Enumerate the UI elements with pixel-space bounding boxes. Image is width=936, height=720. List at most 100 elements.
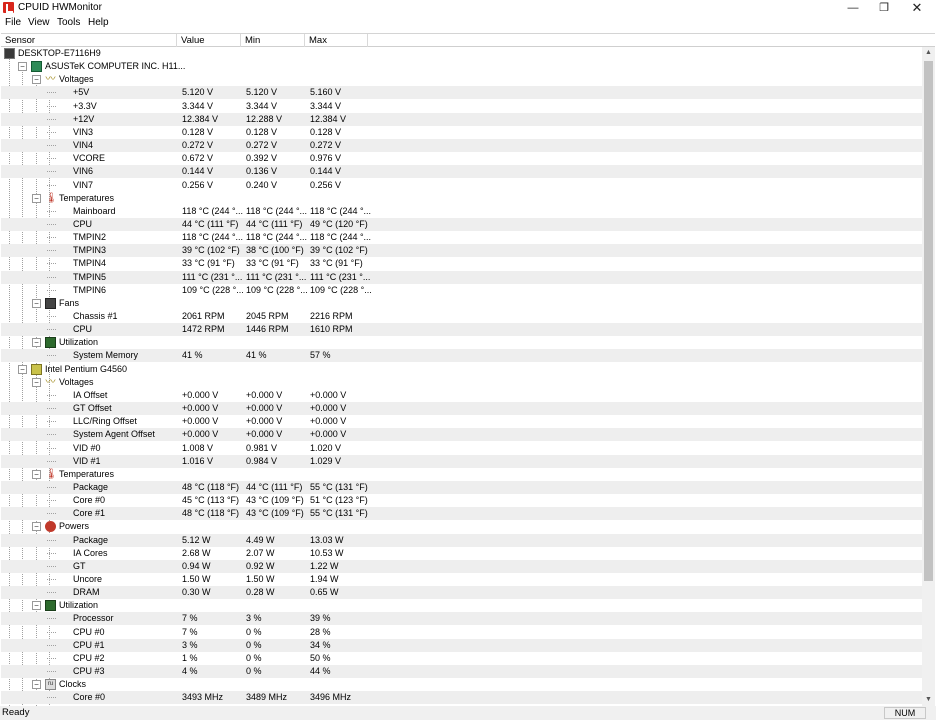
scroll-down-arrow-icon[interactable]: ▼: [922, 694, 935, 706]
tree-node[interactable]: − ASUSTeK COMPUTER INC. H11...: [1, 60, 922, 73]
sensor-label: GT Offset: [73, 403, 112, 413]
column-header-sensor[interactable]: Sensor: [1, 34, 177, 47]
tree-connector: [47, 553, 56, 554]
tree-node[interactable]: − Utilization: [1, 336, 922, 349]
sensor-row[interactable]: Processor 7 % 3 % 39 %: [1, 612, 922, 625]
sensor-row[interactable]: CPU #3 4 % 0 % 44 %: [1, 665, 922, 678]
sensor-row[interactable]: Core #0 45 °C (113 °F) 43 °C (109 °F) 51 °C…: [1, 494, 922, 507]
sensor-row[interactable]: CPU #0 7 % 0 % 28 %: [1, 626, 922, 639]
sensor-row[interactable]: TMPIN4 33 °C (91 °F) 33 °C (91 °F) 33 °C (9…: [1, 257, 922, 270]
sensor-label: Voltages: [59, 74, 94, 84]
sensor-row[interactable]: CPU #2 1 % 0 % 50 %: [1, 652, 922, 665]
sensor-row[interactable]: VCORE 0.672 V 0.392 V 0.976 V: [1, 152, 922, 165]
sensor-tree[interactable]: −DESKTOP-E7116H9−ASUSTeK COMPUTER INC. H…: [1, 47, 922, 706]
sensor-row[interactable]: System Agent Offset +0.000 V +0.000 V +0.00…: [1, 428, 922, 441]
maximize-button[interactable]: ❐: [867, 0, 901, 16]
sensor-row[interactable]: VIN3 0.128 V 0.128 V 0.128 V: [1, 126, 922, 139]
title-bar: CPUID HWMonitor — ❐ ✕: [0, 0, 936, 16]
sensor-max: 0.144 V: [310, 166, 342, 176]
sensor-max: 34 %: [310, 640, 331, 650]
tree-node[interactable]: − 🌡 Temperatures: [1, 192, 922, 205]
sensor-row[interactable]: Core #0 3493 MHz 3489 MHz 3496 MHz: [1, 691, 922, 704]
sensor-row[interactable]: LLC/Ring Offset +0.000 V +0.000 V +0.000 V: [1, 415, 922, 428]
sensor-row[interactable]: TMPIN6 109 °C (228 °... 109 °C (228 °... 10…: [1, 284, 922, 297]
minimize-button[interactable]: —: [836, 0, 870, 16]
collapse-toggle-icon[interactable]: −: [18, 365, 27, 374]
sensor-value: 1.50 W: [182, 574, 211, 584]
vertical-scrollbar[interactable]: ▲ ▼: [922, 47, 935, 706]
sensor-max: 0.976 V: [310, 153, 342, 163]
tree-connector: [47, 645, 56, 646]
tree-node[interactable]: − 〰 Voltages: [1, 376, 922, 389]
sensor-row[interactable]: VID #0 1.008 V 0.981 V 1.020 V: [1, 442, 922, 455]
sensor-value: 39 °C (102 °F): [182, 245, 240, 255]
tree-node[interactable]: − ru Clocks: [1, 678, 922, 691]
sensor-row[interactable]: System Memory 41 % 41 % 57 %: [1, 349, 922, 362]
tree-node[interactable]: − Powers: [1, 520, 922, 533]
sensor-row[interactable]: IA Cores 2.68 W 2.07 W 10.53 W: [1, 547, 922, 560]
tree-node[interactable]: − Utilization: [1, 599, 922, 612]
thermometer-icon: 🌡: [45, 193, 58, 204]
tree-connector: [47, 158, 56, 159]
sensor-row[interactable]: +5V 5.120 V 5.120 V 5.160 V: [1, 86, 922, 99]
sensor-min: +0.000 V: [246, 390, 283, 400]
sensor-row[interactable]: TMPIN2 118 °C (244 °... 118 °C (244 °... 11…: [1, 231, 922, 244]
sensor-row[interactable]: Core #1 48 °C (118 °F) 43 °C (109 °F) 55 °C…: [1, 507, 922, 520]
sensor-row[interactable]: TMPIN3 39 °C (102 °F) 38 °C (100 °F) 39 °C …: [1, 244, 922, 257]
column-header-max[interactable]: Max: [305, 34, 368, 47]
collapse-toggle-icon[interactable]: −: [32, 194, 41, 203]
close-button[interactable]: ✕: [900, 0, 934, 16]
tree-connector: [47, 277, 56, 278]
menu-help[interactable]: Help: [88, 17, 109, 28]
collapse-toggle-icon[interactable]: −: [32, 75, 41, 84]
sensor-row[interactable]: GT 0.94 W 0.92 W 1.22 W: [1, 560, 922, 573]
collapse-toggle-icon[interactable]: −: [32, 338, 41, 347]
collapse-toggle-icon[interactable]: −: [32, 680, 41, 689]
collapse-toggle-icon[interactable]: −: [32, 522, 41, 531]
sensor-row[interactable]: VID #1 1.016 V 0.984 V 1.029 V: [1, 455, 922, 468]
sensor-row[interactable]: IA Offset +0.000 V +0.000 V +0.000 V: [1, 389, 922, 402]
column-header-value[interactable]: Value: [177, 34, 241, 47]
sensor-max: 0.256 V: [310, 180, 342, 190]
tree-node[interactable]: − Intel Pentium G4560: [1, 363, 922, 376]
menu-file[interactable]: File: [5, 17, 21, 28]
column-header-min[interactable]: Min: [241, 34, 305, 47]
sensor-row[interactable]: Uncore 1.50 W 1.50 W 1.94 W: [1, 573, 922, 586]
sensor-row[interactable]: VIN7 0.256 V 0.240 V 0.256 V: [1, 179, 922, 192]
sensor-label: +12V: [73, 114, 95, 124]
sensor-row[interactable]: DRAM 0.30 W 0.28 W 0.65 W: [1, 586, 922, 599]
menu-tools[interactable]: Tools: [57, 17, 80, 28]
tree-node[interactable]: − Fans: [1, 297, 922, 310]
num-lock-indicator: NUM: [884, 707, 926, 719]
sensor-row[interactable]: VIN6 0.144 V 0.136 V 0.144 V: [1, 165, 922, 178]
sensor-max: +0.000 V: [310, 403, 347, 413]
tree-node[interactable]: − 〰 Voltages: [1, 73, 922, 86]
menu-view[interactable]: View: [28, 17, 50, 28]
sensor-row[interactable]: Package 48 °C (118 °F) 44 °C (111 °F) 55 °C…: [1, 481, 922, 494]
tree-node[interactable]: − 🌡 Temperatures: [1, 468, 922, 481]
sensor-row[interactable]: +12V 12.384 V 12.288 V 12.384 V: [1, 113, 922, 126]
sensor-row[interactable]: Mainboard 118 °C (244 °... 118 °C (244 °..…: [1, 205, 922, 218]
collapse-toggle-icon[interactable]: −: [32, 378, 41, 387]
tree-node[interactable]: −DESKTOP-E7116H9: [1, 47, 922, 60]
sensor-row[interactable]: VIN4 0.272 V 0.272 V 0.272 V: [1, 139, 922, 152]
collapse-toggle-icon[interactable]: −: [32, 470, 41, 479]
sensor-label: Core #0: [73, 692, 106, 702]
sensor-row[interactable]: +3.3V 3.344 V 3.344 V 3.344 V: [1, 100, 922, 113]
collapse-toggle-icon[interactable]: −: [32, 299, 41, 308]
sensor-value: +0.000 V: [182, 429, 219, 439]
scrollbar-thumb[interactable]: [924, 61, 933, 581]
sensor-row[interactable]: Chassis #1 2061 RPM 2045 RPM 2216 RPM: [1, 310, 922, 323]
sensor-row[interactable]: CPU 44 °C (111 °F) 44 °C (111 °F) 49 °C (12…: [1, 218, 922, 231]
collapse-toggle-icon[interactable]: −: [18, 62, 27, 71]
scroll-up-arrow-icon[interactable]: ▲: [922, 47, 935, 59]
tree-connector: [47, 448, 56, 449]
sensor-row[interactable]: TMPIN5 111 °C (231 °... 111 °C (231 °... 11…: [1, 271, 922, 284]
tree-connector: [47, 697, 56, 698]
sensor-row[interactable]: CPU #1 3 % 0 % 34 %: [1, 639, 922, 652]
sensor-row[interactable]: Package 5.12 W 4.49 W 13.03 W: [1, 534, 922, 547]
sensor-row[interactable]: GT Offset +0.000 V +0.000 V +0.000 V: [1, 402, 922, 415]
sensor-label: Package: [73, 535, 109, 545]
collapse-toggle-icon[interactable]: −: [32, 601, 41, 610]
sensor-row[interactable]: CPU 1472 RPM 1446 RPM 1610 RPM: [1, 323, 922, 336]
